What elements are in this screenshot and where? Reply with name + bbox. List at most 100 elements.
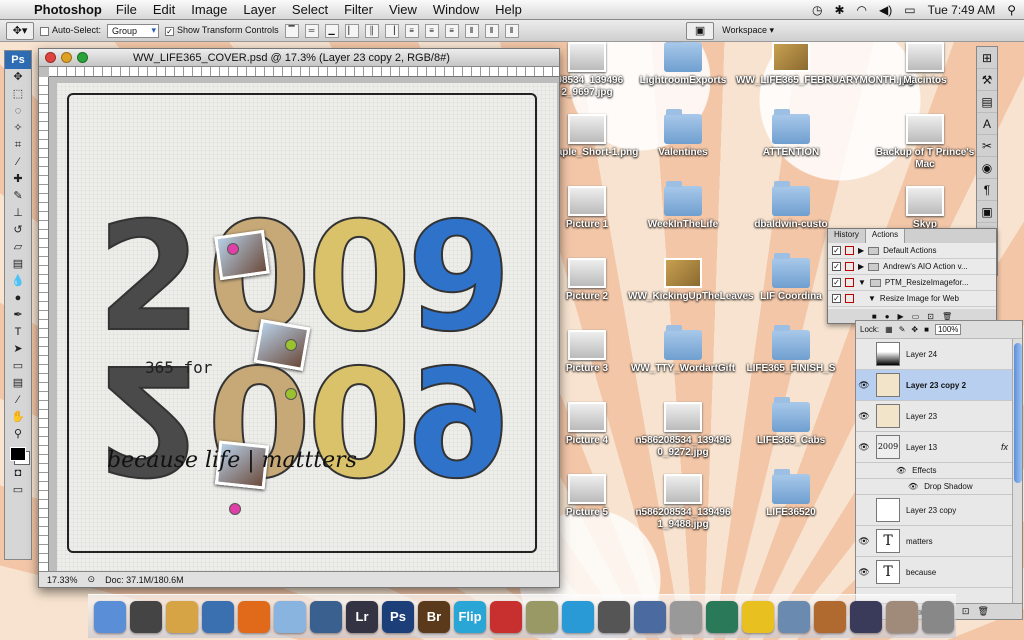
dock-app-itunes[interactable] <box>562 600 594 633</box>
brush-tool-icon[interactable]: ✎ <box>5 188 31 205</box>
eye-icon[interactable]: 👁 <box>856 536 872 547</box>
dock-app-imovie[interactable] <box>598 600 630 633</box>
minimize-button[interactable] <box>61 52 72 63</box>
dock-app-stack[interactable] <box>886 600 918 633</box>
info-panel-icon[interactable]: ▣ <box>977 201 997 223</box>
lock-image-icon[interactable]: ✎ <box>899 325 906 334</box>
layer-name[interactable]: Layer 24 <box>906 350 937 359</box>
expand-triangle-icon[interactable]: ▼ <box>858 294 876 303</box>
menu-select[interactable]: Select <box>292 2 328 17</box>
layer-name[interactable]: because <box>906 568 936 577</box>
brushes-panel-icon[interactable]: ▤ <box>977 91 997 113</box>
distribute-hcenter-icon[interactable]: ⦀ <box>484 23 499 38</box>
toggle-checkbox[interactable]: ✓ <box>832 262 841 271</box>
auto-select-checkbox[interactable]: Auto-Select: <box>40 25 101 36</box>
desktop-icon[interactable]: dbaldwin-custo <box>736 181 846 231</box>
eye-icon[interactable]: 👁 <box>856 442 872 453</box>
layer-row[interactable]: 👁 2009 Layer 13 fx <box>856 432 1022 463</box>
expand-triangle-icon[interactable]: ▼ <box>858 278 866 287</box>
distribute-top-icon[interactable]: ≡ <box>404 23 419 38</box>
eye-icon[interactable]: 👁 <box>856 380 872 391</box>
tool-presets-panel-icon[interactable]: ⚒ <box>977 69 997 91</box>
dock-app-keynote[interactable] <box>814 600 846 633</box>
color-swatch[interactable] <box>10 447 26 461</box>
dock-app-time-machine[interactable] <box>706 600 738 633</box>
fill-field[interactable]: 100% <box>934 324 962 335</box>
dock-app-finder[interactable] <box>94 600 126 633</box>
layer-name[interactable]: Layer 23 <box>906 412 937 421</box>
action-row[interactable]: ✓ ▶ Andrew's AIO Action v... <box>828 259 996 275</box>
distribute-vcenter-icon[interactable]: ≡ <box>424 23 439 38</box>
dock-app-trash[interactable] <box>922 600 954 633</box>
gradient-tool-icon[interactable]: ▤ <box>5 256 31 273</box>
dialog-toggle-icon[interactable] <box>845 278 854 287</box>
show-transform-checkbox[interactable]: ✓ Show Transform Controls <box>165 25 279 36</box>
menu-filter[interactable]: Filter <box>344 2 373 17</box>
hand-tool-icon[interactable]: ✋ <box>5 409 31 426</box>
dock-app-dashboard[interactable] <box>130 600 162 633</box>
dock-app-br[interactable]: Br <box>418 600 450 633</box>
move-tool-icon[interactable]: ✥ <box>5 69 31 86</box>
menu-help[interactable]: Help <box>495 2 522 17</box>
action-row[interactable]: ✓ ▼ Resize Image for Web <box>828 291 996 307</box>
layer-row[interactable]: 👁 T matters <box>856 526 1022 557</box>
layer-name[interactable]: Layer 23 copy <box>906 506 956 515</box>
dock-app-network[interactable] <box>670 600 702 633</box>
history-brush-tool-icon[interactable]: ↺ <box>5 222 31 239</box>
desktop-icon[interactable]: Backup of T Prince's Mac <box>870 114 980 171</box>
tab-history[interactable]: History <box>828 229 866 243</box>
desktop-icon[interactable]: WeekInTheLife <box>628 181 738 231</box>
notes-tool-icon[interactable]: ▤ <box>5 375 31 392</box>
layers-scrollbar[interactable] <box>1012 339 1022 603</box>
clock[interactable]: Tue 7:49 AM <box>928 3 996 17</box>
distribute-bottom-icon[interactable]: ≡ <box>444 23 459 38</box>
eye-icon[interactable]: 👁 <box>856 411 872 422</box>
dock-app-preview[interactable] <box>202 600 234 633</box>
dock-app-ps[interactable]: Ps <box>382 600 414 633</box>
toggle-checkbox[interactable]: ✓ <box>832 294 841 303</box>
layer-row[interactable]: 👁 Layer 23 copy 2 <box>856 370 1022 401</box>
pen-tool-icon[interactable]: ✒ <box>5 307 31 324</box>
layer-name[interactable]: Layer 23 copy 2 <box>906 381 966 390</box>
dock-app-folder[interactable] <box>490 600 522 633</box>
vertical-ruler[interactable] <box>39 77 49 571</box>
auto-select-dropdown[interactable]: Group <box>107 23 160 38</box>
wifi-icon[interactable]: ◠ <box>857 3 867 17</box>
desktop-icon[interactable]: n586208534_139496 0_9272.jpg <box>628 402 738 459</box>
document-canvas[interactable]: 2 0 0 9 2 0 0 9 365 for because life | m… <box>57 83 557 571</box>
desktop-icon[interactable]: LIFE365_FINISH_S <box>736 325 846 375</box>
volume-icon[interactable]: ◀) <box>879 3 892 17</box>
battery-icon[interactable]: ▭ <box>904 3 915 17</box>
desktop-icon[interactable]: WW_TTY_WordartGift <box>628 325 738 375</box>
layer-name[interactable]: matters <box>906 537 933 546</box>
dock-app-downloads[interactable] <box>778 600 810 633</box>
desktop-icon[interactable]: WW_KickingUpTheLeaves <box>628 258 754 303</box>
horizontal-ruler[interactable] <box>49 67 559 77</box>
effects-row[interactable]: 👁 Effects <box>856 463 1022 479</box>
status-icon[interactable]: ⊙ <box>88 574 96 585</box>
distribute-right-icon[interactable]: ⦀ <box>504 23 519 38</box>
dock-app-address-book[interactable] <box>166 600 198 633</box>
lock-transparent-icon[interactable]: ▦ <box>885 325 893 334</box>
distribute-left-icon[interactable]: ⦀ <box>464 23 479 38</box>
desktop-icon[interactable]: ATTENTION <box>736 109 846 159</box>
action-row[interactable]: ✓ ▶ Default Actions <box>828 243 996 259</box>
dock-app-flip[interactable]: Flip <box>454 600 486 633</box>
expand-triangle-icon[interactable]: ▶ <box>858 246 864 255</box>
layer-row[interactable]: 👁 T because <box>856 557 1022 588</box>
desktop-icon[interactable]: Skyp <box>870 186 980 231</box>
desktop-icon[interactable]: LightroomExports <box>628 37 738 87</box>
dodge-tool-icon[interactable]: ● <box>5 290 31 307</box>
dock-app-photos[interactable] <box>526 600 558 633</box>
layer-row[interactable]: 👁 Layer 23 <box>856 401 1022 432</box>
paragraph-panel-icon[interactable]: ¶ <box>977 179 997 201</box>
desktop-icon[interactable]: n586208534_139496 1_9488.jpg <box>628 474 738 531</box>
clone-stamp-tool-icon[interactable]: ⊥ <box>5 205 31 222</box>
quick-mask-icon[interactable]: ◘ <box>5 465 31 482</box>
align-vcenter-icon[interactable]: ═ <box>304 23 319 38</box>
path-selection-tool-icon[interactable]: ➤ <box>5 341 31 358</box>
bluetooth-icon[interactable]: ✱ <box>834 3 844 17</box>
dock-app-iphoto[interactable] <box>310 600 342 633</box>
dock-app-photo-booth[interactable] <box>850 600 882 633</box>
healing-brush-tool-icon[interactable]: ✚ <box>5 171 31 188</box>
